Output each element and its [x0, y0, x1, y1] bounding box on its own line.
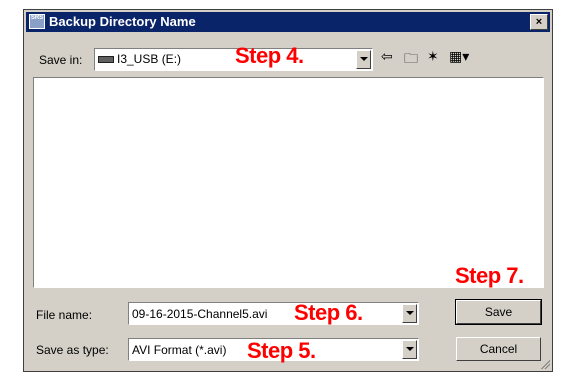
back-icon[interactable]: ⇦ [381, 48, 393, 65]
step-5-annotation: Step 5. [247, 338, 316, 363]
step-6-annotation: Step 6. [294, 300, 363, 325]
save-button[interactable]: Save [455, 299, 542, 325]
chevron-down-icon[interactable] [402, 340, 417, 359]
title-bar[interactable]: SRS Backup Directory Name × [26, 12, 550, 32]
cancel-button[interactable]: Cancel [456, 337, 541, 361]
app-icon: SRS [29, 14, 45, 29]
drive-icon [98, 56, 114, 64]
window-title: Backup Directory Name [49, 14, 196, 29]
file-name-label: File name: [36, 308, 93, 322]
up-folder-icon[interactable]: 🗀 [404, 48, 418, 72]
chevron-down-icon[interactable] [402, 304, 417, 323]
close-button[interactable]: × [530, 14, 548, 30]
file-list[interactable] [33, 77, 544, 288]
file-name-input[interactable]: 09-16-2015-Channel5.avi [128, 302, 419, 325]
chevron-down-icon[interactable] [356, 50, 371, 69]
file-name-value: 09-16-2015-Channel5.avi [132, 307, 268, 321]
save-in-dropdown[interactable]: I3_USB (E:) [94, 48, 373, 71]
step-7-annotation: Step 7. [455, 263, 524, 288]
save-in-value: I3_USB (E:) [98, 52, 181, 66]
resize-grip[interactable] [540, 359, 550, 369]
save-as-type-label: Save as type: [36, 343, 109, 357]
step-4-annotation: Step 4. [235, 43, 304, 68]
new-folder-icon[interactable]: ✶ [427, 48, 439, 65]
save-as-type-value: AVI Format (*.avi) [132, 343, 227, 357]
save-in-label: Save in: [39, 53, 83, 67]
view-menu-icon[interactable]: ▦▾ [449, 48, 469, 65]
